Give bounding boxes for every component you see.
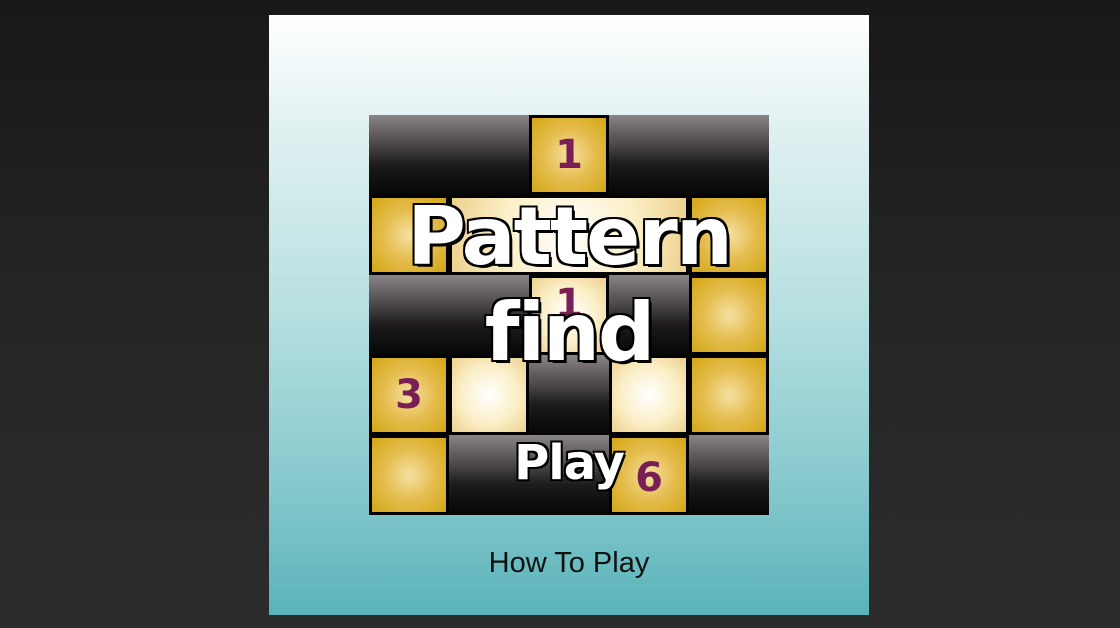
game-board-artwork: 1 1 3 6 Pattern find Play — [369, 115, 769, 515]
title-screen-panel: 1 1 3 6 Pattern find Play How To Play — [269, 15, 869, 615]
game-title-line2: find — [483, 286, 656, 379]
game-title-line1: Pattern — [406, 190, 735, 283]
how-to-play-link[interactable]: How To Play — [269, 545, 869, 581]
board-tile — [369, 435, 449, 515]
board-tile — [369, 115, 529, 195]
tile-number: 1 — [555, 132, 583, 178]
board-tile — [609, 115, 769, 195]
board-tile: 1 — [529, 115, 609, 195]
board-tile — [689, 435, 769, 515]
play-button[interactable]: Play — [504, 433, 634, 493]
